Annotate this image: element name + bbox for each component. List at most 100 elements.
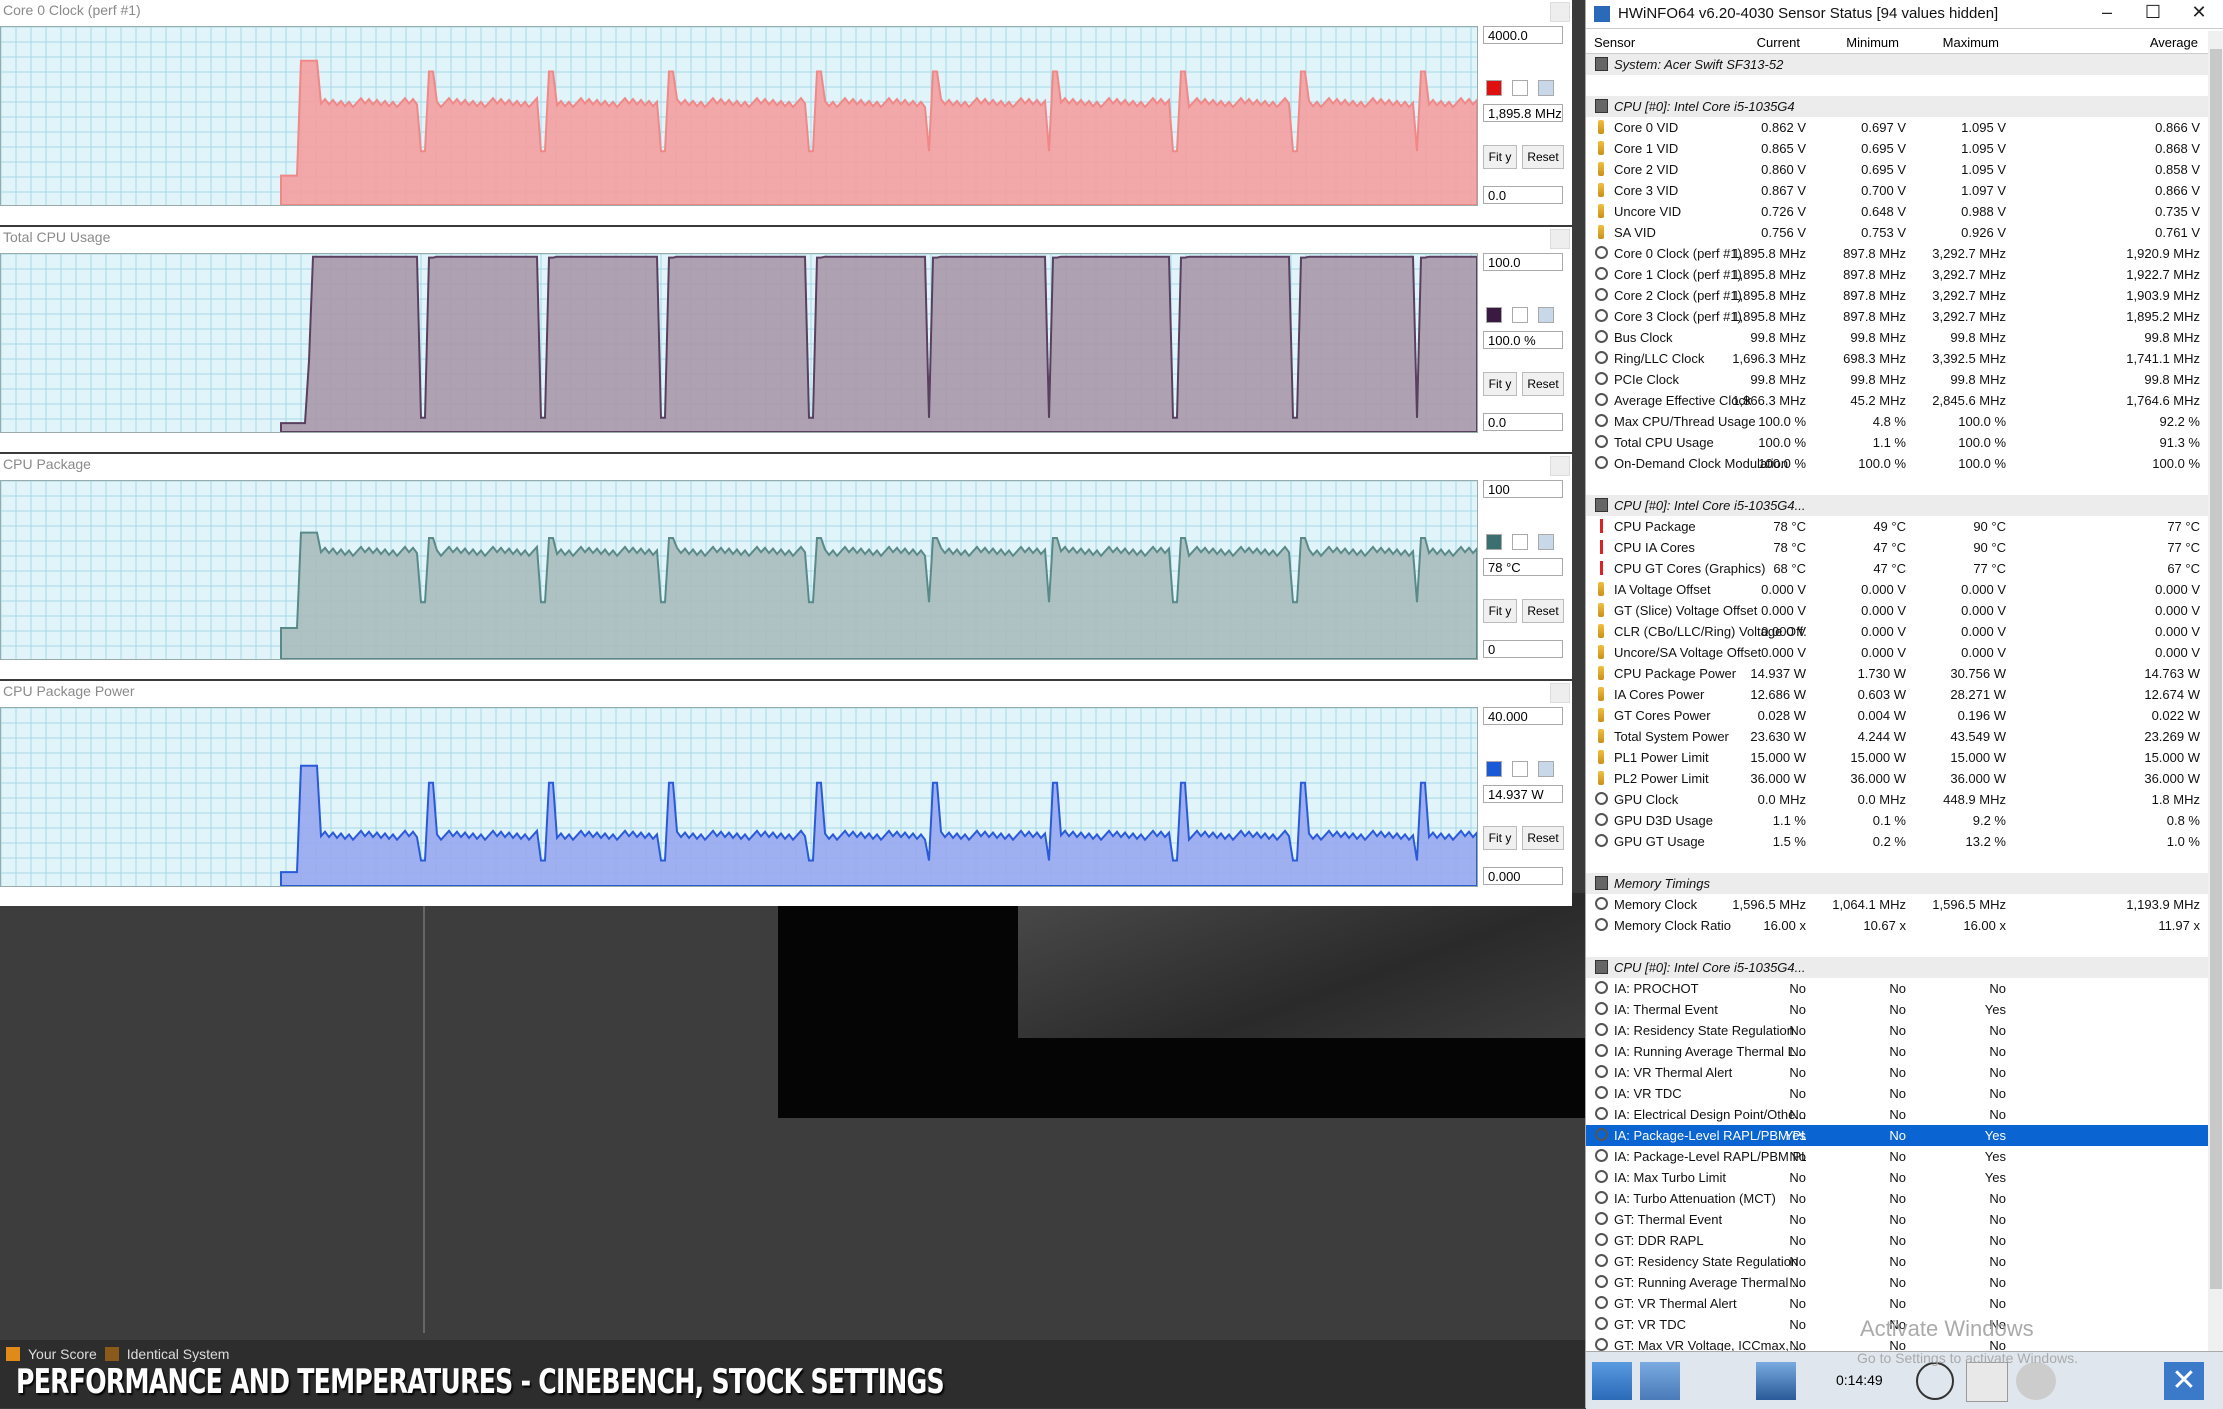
graph-close-icon[interactable] [1550, 683, 1570, 703]
reset-button[interactable]: Reset [1522, 372, 1564, 396]
graph-close-icon[interactable] [1550, 229, 1570, 249]
sensor-group-row[interactable]: Memory Timings [1586, 873, 2208, 894]
sensor-row[interactable]: GT: Running Average Thermal ... No No No [1586, 1272, 2208, 1293]
sensor-row[interactable]: IA: Electrical Design Point/Othe... No No N… [1586, 1104, 2208, 1125]
sensor-row[interactable]: GT: Residency State Regulation No No No [1586, 1251, 2208, 1272]
scrollbar-thumb[interactable] [2210, 49, 2222, 1289]
header-current[interactable]: Current [1757, 35, 1800, 50]
close-icon[interactable]: ✕ [2176, 2, 2222, 23]
graph-min-field[interactable]: 0 [1483, 640, 1563, 658]
sensor-row[interactable]: CPU IA Cores 78 °C 47 °C 90 °C 77 °C [1586, 537, 2208, 558]
sensor-row[interactable]: IA: Package-Level RAPL/PBM PL... No No Yes [1586, 1146, 2208, 1167]
sensor-row[interactable]: Core 3 Clock (perf #1) 1,895.8 MHz 897.8 M… [1586, 306, 2208, 327]
sensor-row[interactable]: GPU D3D Usage 1.1 % 0.1 % 9.2 % 0.8 % [1586, 810, 2208, 831]
sensor-row[interactable]: Core 0 VID 0.862 V 0.697 V 1.095 V 0.866 V [1586, 117, 2208, 138]
graph-max-field[interactable]: 4000.0 [1483, 26, 1563, 44]
graph-close-icon[interactable] [1550, 456, 1570, 476]
header-maximum[interactable]: Maximum [1943, 35, 1999, 50]
color-swatch-icon[interactable] [1486, 761, 1502, 777]
sensor-row[interactable]: CLR (CBo/LLC/Ring) Voltage Off... 0.000 V… [1586, 621, 2208, 642]
graph-max-field[interactable]: 100.0 [1483, 253, 1563, 271]
sensor-row[interactable]: IA: Package-Level RAPL/PBM PL1 Yes No Yes [1586, 1125, 2208, 1146]
color-swatch-icon[interactable] [1512, 761, 1528, 777]
sensor-group-row[interactable]: CPU [#0]: Intel Core i5-1035G4... [1586, 495, 2208, 516]
sensor-row[interactable]: CPU GT Cores (Graphics) 68 °C 47 °C 77 °C 67… [1586, 558, 2208, 579]
report-icon[interactable] [1966, 1362, 2008, 1402]
sensor-row[interactable]: IA: VR Thermal Alert No No No [1586, 1062, 2208, 1083]
network-icon[interactable] [1756, 1362, 1796, 1400]
sensor-row[interactable]: Memory Clock 1,596.5 MHz 1,064.1 MHz 1,596.… [1586, 894, 2208, 915]
sensor-row[interactable]: Core 3 VID 0.867 V 0.700 V 1.097 V 0.866 V [1586, 180, 2208, 201]
sensor-row[interactable]: CPU Package Power 14.937 W 1.730 W 30.756 W… [1586, 663, 2208, 684]
sensor-row[interactable]: PL2 Power Limit 36.000 W 36.000 W 36.000 W3… [1586, 768, 2208, 789]
reset-button[interactable]: Reset [1522, 599, 1564, 623]
sensor-row[interactable]: IA Cores Power 12.686 W 0.603 W 28.271 W 12.… [1586, 684, 2208, 705]
nav-right-icon[interactable] [1640, 1362, 1680, 1400]
graph-min-field[interactable]: 0.0 [1483, 186, 1563, 204]
reset-button[interactable]: Reset [1522, 145, 1564, 169]
sensor-row[interactable]: Core 2 VID 0.860 V 0.695 V 1.095 V 0.858 V [1586, 159, 2208, 180]
color-swatch-icon[interactable] [1486, 307, 1502, 323]
graph-max-field[interactable]: 100 [1483, 480, 1563, 498]
color-swatch-icon[interactable] [1538, 307, 1554, 323]
fit-y-button[interactable]: Fit y [1483, 599, 1517, 623]
header-average[interactable]: Average [2150, 35, 2198, 50]
color-swatch-icon[interactable] [1486, 534, 1502, 550]
color-swatch-icon[interactable] [1538, 534, 1554, 550]
sensor-row[interactable]: Memory Clock Ratio 16.00 x 10.67 x 16.00 x1… [1586, 915, 2208, 936]
color-swatch-icon[interactable] [1538, 80, 1554, 96]
reset-button[interactable]: Reset [1522, 826, 1564, 850]
sensor-row[interactable]: PL1 Power Limit 15.000 W 15.000 W 15.000 W1… [1586, 747, 2208, 768]
sensor-row[interactable]: Core 2 Clock (perf #1) 1,895.8 MHz 897.8 M… [1586, 285, 2208, 306]
graph-max-field[interactable]: 40.000 [1483, 707, 1563, 725]
sensor-group-row[interactable]: CPU [#0]: Intel Core i5-1035G4 [1586, 96, 2208, 117]
color-swatch-icon[interactable] [1512, 307, 1528, 323]
sensor-row[interactable]: IA: VR TDC No No No [1586, 1083, 2208, 1104]
sensor-group-row[interactable]: CPU [#0]: Intel Core i5-1035G4... [1586, 957, 2208, 978]
sensor-row[interactable]: Total CPU Usage 100.0 % 1.1 % 100.0 % 91.3 % [1586, 432, 2208, 453]
fit-y-button[interactable]: Fit y [1483, 145, 1517, 169]
sensor-row[interactable]: CPU Package 78 °C 49 °C 90 °C 77 °C [1586, 516, 2208, 537]
sensor-row[interactable]: GPU Clock 0.0 MHz 0.0 MHz 448.9 MHz 1.8 MHz [1586, 789, 2208, 810]
sensor-row[interactable]: IA: Running Average Thermal L... No No No [1586, 1041, 2208, 1062]
sensor-row[interactable]: Total System Power 23.630 W 4.244 W 43.549 … [1586, 726, 2208, 747]
graph-min-field[interactable]: 0.000 [1483, 867, 1563, 885]
sensor-row[interactable]: IA: Thermal Event No No Yes [1586, 999, 2208, 1020]
header-minimum[interactable]: Minimum [1846, 35, 1899, 50]
sensor-row[interactable]: Core 1 Clock (perf #1) 1,895.8 MHz 897.8 M… [1586, 264, 2208, 285]
scrollbar[interactable] [2208, 31, 2223, 1351]
color-swatch-icon[interactable] [1486, 80, 1502, 96]
fit-y-button[interactable]: Fit y [1483, 826, 1517, 850]
sensor-row[interactable]: IA Voltage Offset 0.000 V 0.000 V 0.000 V 0.… [1586, 579, 2208, 600]
sensor-row[interactable]: SA VID 0.756 V 0.753 V 0.926 V 0.761 V [1586, 222, 2208, 243]
fit-y-button[interactable]: Fit y [1483, 372, 1517, 396]
sensor-row[interactable]: Ring/LLC Clock 1,696.3 MHz 698.3 MHz 3,392.… [1586, 348, 2208, 369]
color-swatch-icon[interactable] [1512, 534, 1528, 550]
sensor-row[interactable]: Bus Clock 99.8 MHz 99.8 MHz 99.8 MHz 99.8 MH… [1586, 327, 2208, 348]
graph-close-icon[interactable] [1550, 2, 1570, 22]
color-swatch-icon[interactable] [1512, 80, 1528, 96]
clock-icon[interactable] [1916, 1362, 1954, 1400]
settings-icon[interactable] [2016, 1362, 2056, 1400]
sensor-row[interactable]: Core 1 VID 0.865 V 0.695 V 1.095 V 0.868 V [1586, 138, 2208, 159]
sensor-row[interactable]: GT: VR Thermal Alert No No No [1586, 1293, 2208, 1314]
sensor-row[interactable]: GPU GT Usage 1.5 % 0.2 % 13.2 % 1.0 % [1586, 831, 2208, 852]
maximize-icon[interactable]: ☐ [2130, 2, 2176, 23]
close-sensors-icon[interactable]: ✕ [2164, 1362, 2204, 1400]
sensor-row[interactable]: Average Effective Clock 1,866.3 MHz 45.2 M… [1586, 390, 2208, 411]
nav-left-icon[interactable] [1592, 1362, 1632, 1400]
sensor-row[interactable]: IA: Max Turbo Limit No No Yes [1586, 1167, 2208, 1188]
sensor-row[interactable]: GT (Slice) Voltage Offset 0.000 V 0.000 V0… [1586, 600, 2208, 621]
header-sensor[interactable]: Sensor [1594, 35, 1635, 50]
sensor-row[interactable]: Uncore/SA Voltage Offset 0.000 V 0.000 V 0.… [1586, 642, 2208, 663]
sensor-row[interactable]: On-Demand Clock Modulation 100.0 % 100.0 %… [1586, 453, 2208, 474]
sensor-row[interactable]: GT: DDR RAPL No No No [1586, 1230, 2208, 1251]
sensor-row[interactable]: IA: Turbo Attenuation (MCT) No No No [1586, 1188, 2208, 1209]
color-swatch-icon[interactable] [1538, 761, 1554, 777]
graph-min-field[interactable]: 0.0 [1483, 413, 1563, 431]
sensor-row[interactable]: IA: PROCHOT No No No [1586, 978, 2208, 999]
minimize-icon[interactable]: – [2084, 2, 2130, 23]
sensor-row[interactable]: GT: Thermal Event No No No [1586, 1209, 2208, 1230]
sensor-row[interactable]: Core 0 Clock (perf #1) 1,895.8 MHz 897.8 M… [1586, 243, 2208, 264]
sensor-row[interactable]: Max CPU/Thread Usage 100.0 % 4.8 % 100.0 % 9… [1586, 411, 2208, 432]
